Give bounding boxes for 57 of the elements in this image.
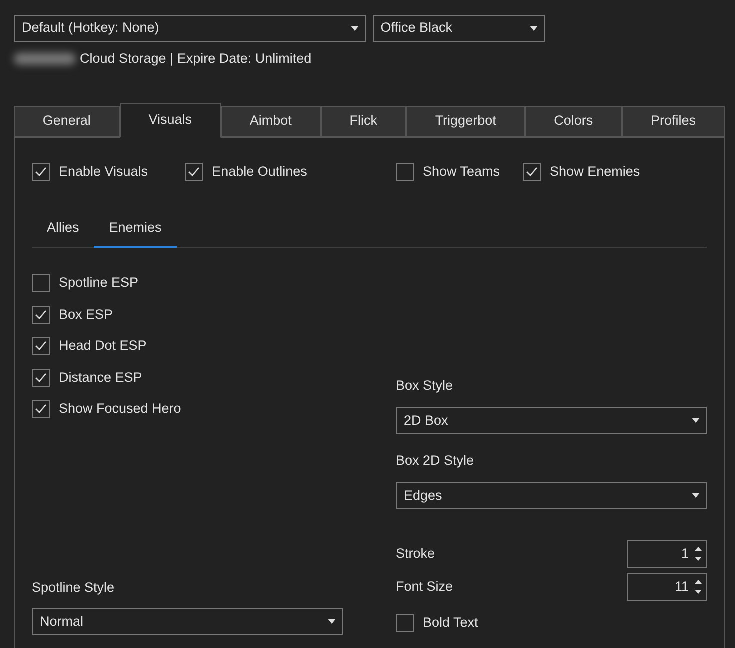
checkbox-label: Show Teams xyxy=(423,162,500,181)
caret-icon xyxy=(692,418,700,424)
checkbox[interactable] xyxy=(32,400,50,418)
spotline-style-dropdown[interactable]: Normal xyxy=(32,608,343,636)
caret-icon xyxy=(692,493,700,498)
check-icon xyxy=(35,310,47,320)
checkbox-label: Head Dot ESP xyxy=(59,337,147,356)
checkbox[interactable] xyxy=(32,274,50,292)
field-label: Box 2D Style xyxy=(396,452,476,470)
field-label: Stroke xyxy=(396,545,436,564)
caret-icon xyxy=(530,26,538,31)
checkbox[interactable] xyxy=(396,614,414,632)
field-label: Spotline Style xyxy=(32,579,116,598)
checkbox-label: Spotline ESP xyxy=(59,274,139,292)
checkbox[interactable] xyxy=(185,163,204,181)
theme-dropdown[interactable]: Office Black xyxy=(372,15,545,42)
tab[interactable]: General xyxy=(14,106,120,137)
blurred-redaction xyxy=(14,52,76,65)
checkbox[interactable] xyxy=(32,163,50,181)
tab[interactable]: Colors xyxy=(525,106,622,137)
checkbox-label: Show Focused Hero xyxy=(59,400,182,418)
field-label: Box Style xyxy=(396,377,454,396)
check-icon xyxy=(35,167,47,177)
tab[interactable]: Aimbot xyxy=(220,106,321,137)
checkbox[interactable] xyxy=(396,163,414,181)
sub-tab[interactable]: Enemies xyxy=(94,213,177,248)
checkbox[interactable] xyxy=(32,337,50,356)
checkbox-label: Box ESP xyxy=(59,306,114,324)
check-icon xyxy=(526,167,538,177)
checkbox-label: Enable Visuals xyxy=(59,162,148,181)
checkbox[interactable] xyxy=(32,306,50,324)
stroke-spinbox[interactable]: 1 xyxy=(627,540,707,568)
status-text: Cloud Storage | Expire Date: Unlimited xyxy=(80,50,312,68)
caret-icon xyxy=(328,619,336,624)
checkbox-label: Bold Text xyxy=(423,614,478,632)
checkbox[interactable] xyxy=(32,368,50,387)
spin-arrows-icon[interactable] xyxy=(695,579,702,596)
font-size-spinbox[interactable]: 11 xyxy=(627,573,707,602)
field-label: Font Size xyxy=(396,578,454,596)
tab[interactable]: Flick xyxy=(320,106,406,137)
checkbox-label: Show Enemies xyxy=(550,162,640,181)
check-icon xyxy=(35,404,47,414)
check-icon xyxy=(35,341,47,352)
tab[interactable]: Triggerbot xyxy=(406,106,526,137)
box-style-dropdown[interactable]: 2D Box xyxy=(396,407,707,434)
spin-arrows-icon[interactable] xyxy=(695,546,702,562)
check-icon xyxy=(35,372,47,383)
tab[interactable]: Profiles xyxy=(622,106,725,137)
checkbox-label: Enable Outlines xyxy=(212,162,308,181)
sub-tab[interactable]: Allies xyxy=(32,213,94,248)
box-2d-style-dropdown[interactable]: Edges xyxy=(396,482,707,510)
caret-icon xyxy=(351,26,359,31)
checkbox[interactable] xyxy=(523,163,542,181)
profile-dropdown[interactable]: Default (Hotkey: None) xyxy=(14,15,366,42)
tab[interactable]: Visuals xyxy=(120,103,221,138)
check-icon xyxy=(188,167,200,177)
checkbox-label: Distance ESP xyxy=(59,368,142,387)
